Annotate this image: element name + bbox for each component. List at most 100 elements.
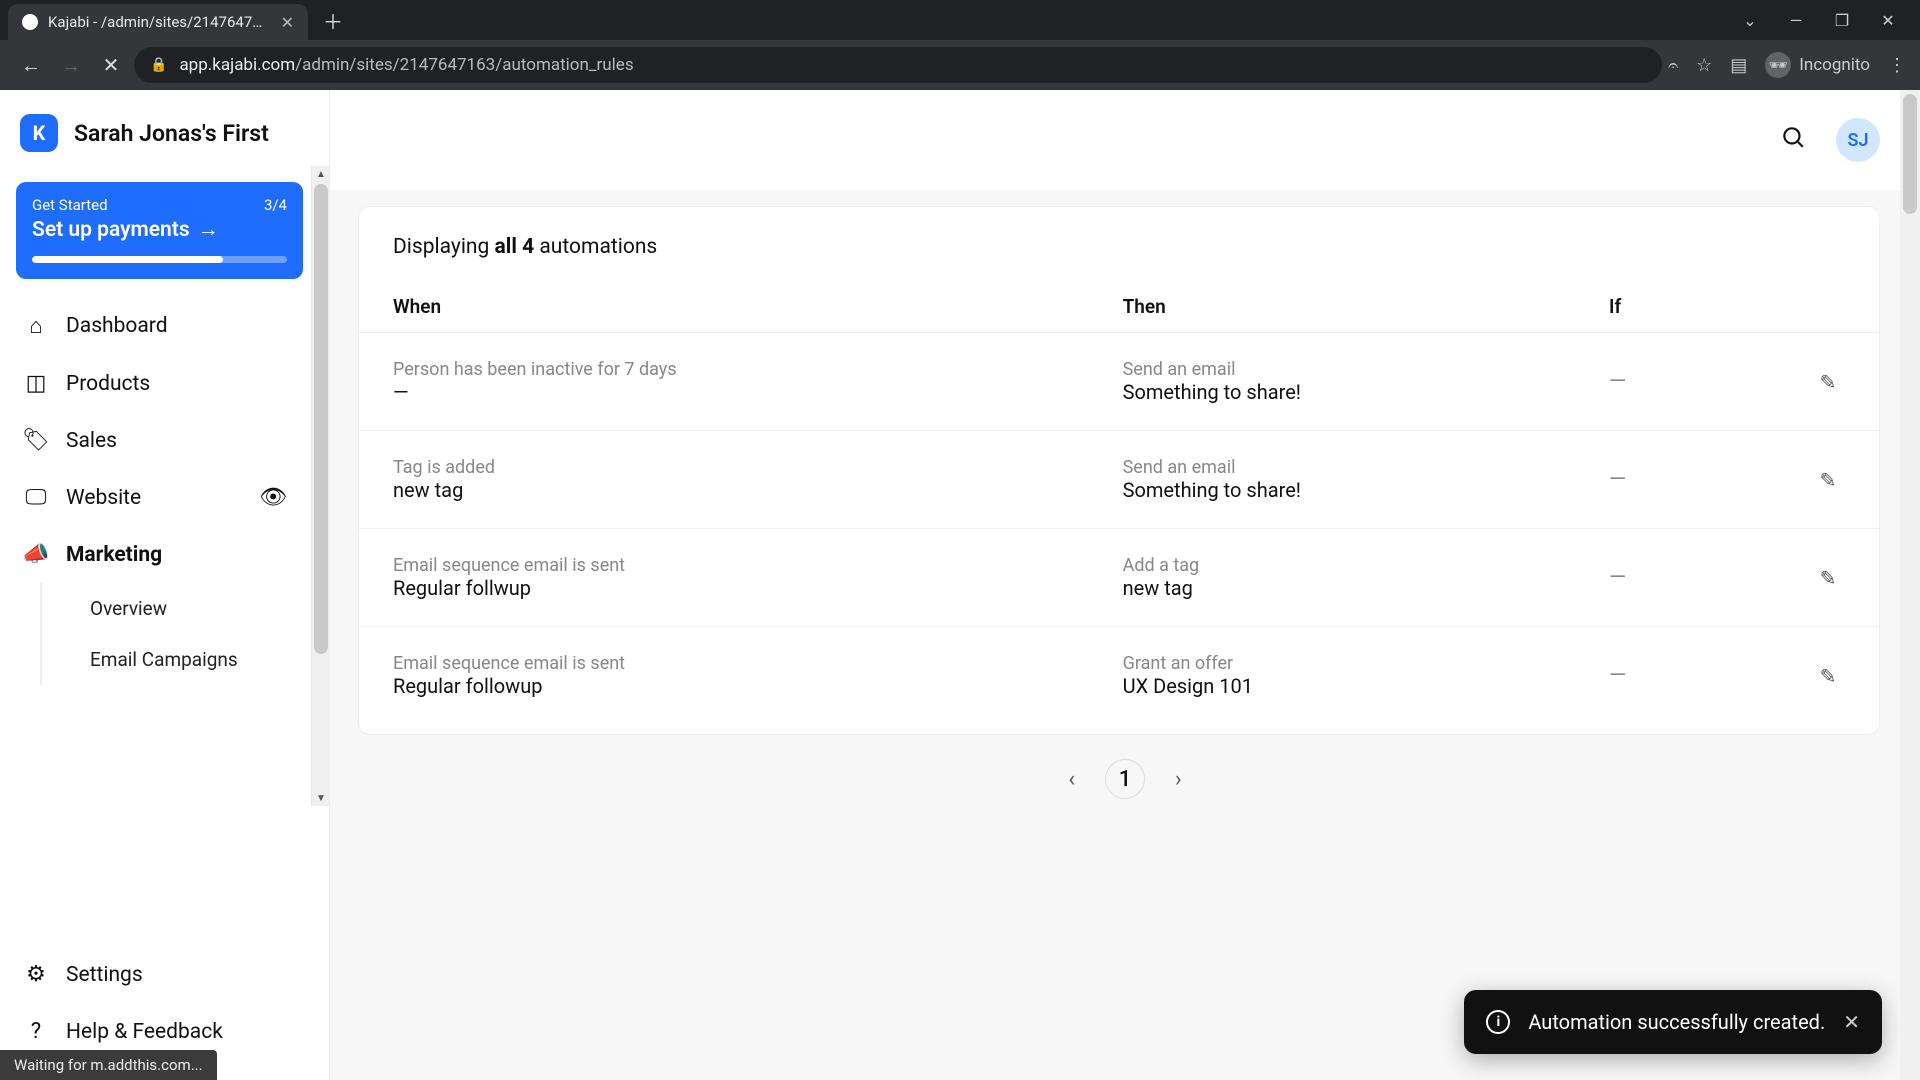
address-bar[interactable]: 🔒 app.kajabi.com/admin/sites/2147647163/… [134, 47, 1662, 83]
eye-icon[interactable]: 👁 [259, 485, 309, 510]
then-action: Add a tag [1123, 555, 1541, 576]
sidebar-item-label: Website [66, 486, 141, 510]
url-text: app.kajabi.com/admin/sites/2147647163/au… [179, 55, 633, 75]
browser-tab[interactable]: Kajabi - /admin/sites/2147647163 ✕ [8, 4, 308, 40]
sidebar-sub-overview[interactable]: Overview [82, 583, 319, 634]
tab-favicon [22, 14, 38, 30]
when-value: Regular followup [393, 674, 1055, 698]
panel-heading: Displaying all 4 automations [359, 235, 1879, 281]
get-started-label: Get Started [32, 196, 108, 214]
lock-icon[interactable]: 🔒 [150, 57, 167, 73]
sidebar-item-dashboard[interactable]: ⌂ Dashboard [12, 297, 319, 355]
sidebar-item-products[interactable]: ◫ Products [12, 355, 319, 412]
window-close-icon[interactable]: ✕ [1878, 11, 1898, 30]
window-maximize-icon[interactable]: ❐ [1832, 11, 1852, 30]
edit-button[interactable]: ✎ [1811, 659, 1845, 693]
table-row[interactable]: Email sequence email is sent Regular fol… [359, 627, 1879, 725]
tag-icon: 🏷 [22, 428, 50, 453]
tab-close-icon[interactable]: ✕ [281, 13, 294, 32]
pager-prev-icon[interactable]: ‹ [1068, 767, 1075, 792]
automations-table: When Then If Person has been inactive fo… [359, 281, 1879, 724]
get-started-card[interactable]: Get Started 3/4 Set up payments → [16, 182, 303, 279]
sidebar-item-marketing[interactable]: 📣 Marketing [12, 526, 319, 583]
gear-icon: ⚙ [22, 962, 50, 987]
when-value: — [393, 380, 1055, 404]
edit-button[interactable]: ✎ [1811, 463, 1845, 497]
when-trigger: Email sequence email is sent [393, 653, 1055, 674]
sidebar-scrollbar[interactable]: ▲ ▼ [311, 166, 329, 806]
if-value: — [1609, 467, 1626, 492]
monitor-icon: 🖵 [22, 485, 50, 510]
get-started-cta: Set up payments [32, 218, 190, 242]
when-trigger: Person has been inactive for 7 days [393, 359, 1055, 380]
sidebar-sub-email-campaigns[interactable]: Email Campaigns [82, 634, 319, 685]
browser-stop-button[interactable]: ✕ [94, 48, 128, 82]
edit-button[interactable]: ✎ [1811, 561, 1845, 595]
if-value: — [1609, 565, 1626, 590]
sidebar-item-label: Products [66, 372, 150, 396]
side-panel-icon[interactable]: ▤ [1730, 55, 1747, 76]
sidebar-item-label: Settings [66, 963, 143, 987]
info-icon: i [1486, 1010, 1510, 1034]
scroll-up-icon[interactable]: ▲ [312, 166, 329, 182]
if-value: — [1609, 663, 1626, 688]
if-value: — [1609, 369, 1626, 394]
incognito-indicator[interactable]: 🕶 Incognito [1765, 52, 1870, 78]
then-value: UX Design 101 [1123, 674, 1541, 698]
browser-back-button[interactable]: ← [14, 48, 48, 82]
arrow-right-icon: → [198, 218, 219, 242]
when-trigger: Tag is added [393, 457, 1055, 478]
table-row[interactable]: Email sequence email is sent Regular fol… [359, 529, 1879, 627]
when-value: Regular follwup [393, 576, 1055, 600]
col-header-then: Then [1089, 281, 1575, 333]
sidebar-item-label: Sales [66, 429, 117, 453]
incognito-icon: 🕶 [1765, 52, 1791, 78]
edit-button[interactable]: ✎ [1811, 365, 1845, 399]
sidebar: K Sarah Jonas's First Get Started 3/4 Se… [0, 90, 330, 1080]
get-started-progress: 3/4 [264, 196, 287, 214]
sidebar-item-website[interactable]: 🖵 Website 👁 [12, 469, 319, 526]
window-controls: ⌄ ― ❐ ✕ [1718, 11, 1920, 30]
incognito-label: Incognito [1799, 55, 1870, 75]
toast-close-icon[interactable]: ✕ [1843, 1010, 1860, 1034]
then-value: new tag [1123, 576, 1541, 600]
help-icon: ? [22, 1019, 50, 1044]
home-icon: ⌂ [22, 313, 50, 339]
sidebar-scroll-thumb[interactable] [314, 184, 328, 654]
then-value: Something to share! [1123, 478, 1541, 502]
when-trigger: Email sequence email is sent [393, 555, 1055, 576]
cube-icon: ◫ [22, 371, 50, 396]
eye-off-icon[interactable]: 𝄐 [1668, 55, 1678, 76]
get-started-progressbar [32, 256, 287, 263]
new-tab-button[interactable]: ＋ [318, 5, 348, 35]
browser-tabstrip: Kajabi - /admin/sites/2147647163 ✕ ＋ ⌄ ―… [0, 0, 1920, 40]
browser-menu-icon[interactable]: ⋮ [1888, 55, 1906, 76]
status-bar: Waiting for m.addthis.com... [0, 1050, 217, 1080]
page-scroll-thumb[interactable] [1903, 94, 1917, 214]
bookmark-star-icon[interactable]: ☆ [1696, 55, 1712, 76]
page-scrollbar[interactable] [1900, 90, 1920, 1080]
sidebar-item-label: Marketing [66, 543, 162, 567]
pager-next-icon[interactable]: › [1175, 767, 1182, 792]
when-value: new tag [393, 478, 1055, 502]
table-row[interactable]: Tag is added new tag Send an email Somet… [359, 431, 1879, 529]
sidebar-item-settings[interactable]: ⚙ Settings [12, 946, 319, 1003]
then-value: Something to share! [1123, 380, 1541, 404]
window-minimize-icon[interactable]: ― [1786, 11, 1806, 30]
avatar[interactable]: SJ [1836, 118, 1880, 162]
scroll-down-icon[interactable]: ▼ [312, 790, 329, 806]
toast-message: Automation successfully created. [1528, 1010, 1825, 1034]
tab-search-icon[interactable]: ⌄ [1740, 11, 1760, 30]
toast-success: i Automation successfully created. ✕ [1464, 990, 1882, 1054]
sidebar-item-sales[interactable]: 🏷 Sales [12, 412, 319, 469]
topbar: SJ [330, 90, 1920, 190]
then-action: Grant an offer [1123, 653, 1541, 674]
search-icon[interactable] [1780, 124, 1806, 156]
sidebar-item-label: Help & Feedback [66, 1020, 223, 1044]
content-area: SJ Displaying all 4 automations When The… [330, 90, 1920, 1080]
pager-current[interactable]: 1 [1105, 759, 1145, 799]
table-row[interactable]: Person has been inactive for 7 days — Se… [359, 333, 1879, 431]
sidebar-item-label: Dashboard [66, 314, 168, 338]
kajabi-logo[interactable]: K [20, 114, 58, 152]
megaphone-icon: 📣 [22, 542, 50, 567]
